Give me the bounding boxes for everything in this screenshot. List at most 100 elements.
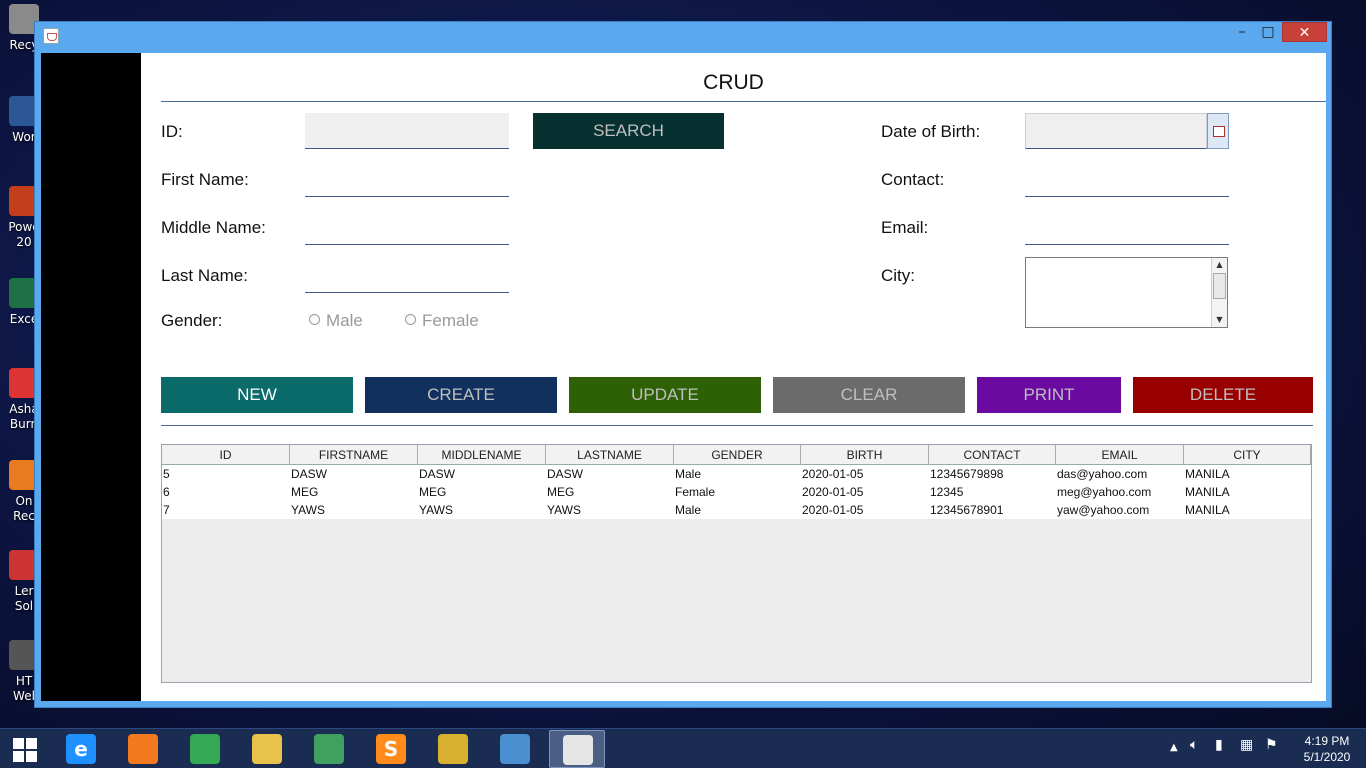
column-header[interactable]: BIRTH bbox=[801, 445, 929, 465]
sublime-text-icon: S bbox=[376, 734, 406, 764]
table-cell: das@yahoo.com bbox=[1057, 467, 1148, 481]
table-cell: 7 bbox=[163, 503, 170, 517]
internet-explorer-icon: e bbox=[66, 734, 96, 764]
table-cell: meg@yahoo.com bbox=[1057, 485, 1152, 499]
city-label: City: bbox=[881, 266, 915, 285]
network-icon[interactable]: ▦ bbox=[1240, 737, 1253, 753]
table-cell: DASW bbox=[291, 467, 327, 481]
page-title: CRUD bbox=[703, 71, 764, 94]
table-row[interactable]: 5 DASW DASW DASW Male 2020-01-05 12345679898 da… bbox=[162, 465, 1311, 483]
minimize-button[interactable]: – bbox=[1229, 22, 1255, 42]
table-cell: 5 bbox=[163, 467, 170, 481]
table-cell: YAWS bbox=[547, 503, 582, 517]
email-label: Email: bbox=[881, 218, 929, 237]
column-header[interactable]: GENDER bbox=[674, 445, 801, 465]
id-input[interactable] bbox=[305, 113, 509, 149]
table-cell: yaw@yahoo.com bbox=[1057, 503, 1150, 517]
create-button[interactable]: CREATE bbox=[365, 377, 557, 413]
table-cell: 12345 bbox=[930, 485, 964, 499]
taskbar-database-tool-button[interactable] bbox=[425, 730, 481, 768]
table-cell: MEG bbox=[419, 485, 447, 499]
table-cell: YAWS bbox=[291, 503, 326, 517]
scroll-thumb[interactable] bbox=[1213, 273, 1226, 299]
window-titlebar[interactable]: – □ ✕ bbox=[35, 22, 1331, 49]
middle-name-input[interactable] bbox=[305, 209, 509, 245]
calendar-icon[interactable] bbox=[1207, 113, 1229, 149]
column-header[interactable]: ID bbox=[162, 445, 290, 465]
gender-label: Gender: bbox=[161, 311, 223, 330]
column-header[interactable]: LASTNAME bbox=[546, 445, 674, 465]
contact-label: Contact: bbox=[881, 170, 945, 189]
table-header: ID FIRSTNAME MIDDLENAME LASTNAME GENDER BIRTH… bbox=[162, 445, 1311, 465]
table-cell: 2020-01-05 bbox=[802, 503, 864, 517]
crud-window: – □ ✕ CRUD ID: SEARCH First Name: Middle… bbox=[34, 21, 1332, 708]
search-button[interactable]: SEARCH bbox=[533, 113, 724, 149]
table-cell: Female bbox=[675, 485, 716, 499]
table-cell: Male bbox=[675, 503, 702, 517]
table-row[interactable]: 6 MEG MEG MEG Female 2020-01-05 12345 meg@yahoo… bbox=[162, 483, 1311, 501]
taskbar-chrome-button[interactable] bbox=[177, 730, 233, 768]
java-icon bbox=[563, 735, 593, 765]
system-clock[interactable]: 4:19 PM 5/1/2020 bbox=[1292, 733, 1362, 765]
gender-male-radio[interactable]: Male bbox=[309, 311, 363, 331]
update-button[interactable]: UPDATE bbox=[569, 377, 761, 413]
power-icon[interactable]: ▮ bbox=[1215, 737, 1223, 753]
virtualbox-icon bbox=[500, 734, 530, 764]
taskbar-file-explorer-button[interactable] bbox=[239, 730, 295, 768]
dob-label: Date of Birth: bbox=[881, 122, 981, 141]
radio-dot-icon bbox=[405, 314, 416, 325]
first-name-input[interactable] bbox=[305, 161, 509, 197]
table-body: 5 DASW DASW DASW Male 2020-01-05 12345679898 da… bbox=[162, 465, 1311, 519]
table-cell: 12345679898 bbox=[930, 467, 1004, 481]
taskbar-internet-explorer-button[interactable]: e bbox=[53, 730, 109, 768]
java-app-icon bbox=[43, 28, 59, 44]
clock-time: 4:19 PM bbox=[1304, 734, 1350, 748]
table-row[interactable]: 7 YAWS YAWS YAWS Male 2020-01-05 12345678901 ya… bbox=[162, 501, 1311, 519]
volume-icon[interactable]: 🔈︎ bbox=[1190, 737, 1198, 753]
contact-input[interactable] bbox=[1025, 161, 1229, 197]
table-cell: MANILA bbox=[1185, 467, 1230, 481]
gender-female-radio[interactable]: Female bbox=[405, 311, 479, 331]
delete-button[interactable]: DELETE bbox=[1133, 377, 1313, 413]
city-textarea[interactable]: ▲ ▼ bbox=[1025, 257, 1228, 328]
column-header[interactable]: FIRSTNAME bbox=[290, 445, 418, 465]
radio-dot-icon bbox=[309, 314, 320, 325]
email-input[interactable] bbox=[1025, 209, 1229, 245]
new-button[interactable]: NEW bbox=[161, 377, 353, 413]
taskbar-java-button[interactable] bbox=[549, 730, 605, 768]
middle-name-label: Middle Name: bbox=[161, 218, 266, 237]
dob-input[interactable] bbox=[1025, 113, 1207, 149]
table-cell: MANILA bbox=[1185, 485, 1230, 499]
scroll-down-icon[interactable]: ▼ bbox=[1212, 313, 1227, 327]
taskbar-sublime-text-button[interactable]: S bbox=[363, 730, 419, 768]
taskbar-xampp-button[interactable] bbox=[115, 730, 171, 768]
column-header[interactable]: CITY bbox=[1184, 445, 1311, 465]
table-cell: MEG bbox=[547, 485, 575, 499]
start-button[interactable] bbox=[0, 729, 52, 768]
last-name-label: Last Name: bbox=[161, 266, 248, 285]
taskbar-virtualbox-button[interactable] bbox=[487, 730, 543, 768]
maximize-button[interactable]: □ bbox=[1255, 22, 1281, 42]
table-cell: MANILA bbox=[1185, 503, 1230, 517]
action-center-icon[interactable]: ⚑ bbox=[1265, 737, 1278, 753]
column-header[interactable]: MIDDLENAME bbox=[418, 445, 546, 465]
table-cell: MEG bbox=[291, 485, 319, 499]
window-client-area: CRUD ID: SEARCH First Name: Middle Name:… bbox=[41, 53, 1326, 701]
crud-form: CRUD ID: SEARCH First Name: Middle Name:… bbox=[141, 53, 1326, 701]
chrome-icon bbox=[190, 734, 220, 764]
scroll-up-icon[interactable]: ▲ bbox=[1212, 258, 1227, 272]
tray-expand-icon[interactable]: ▲ bbox=[1170, 742, 1178, 753]
side-panel bbox=[41, 53, 141, 701]
last-name-input[interactable] bbox=[305, 257, 509, 293]
close-button[interactable]: ✕ bbox=[1282, 22, 1327, 42]
taskbar-atom-button[interactable] bbox=[301, 730, 357, 768]
title-divider bbox=[161, 101, 1326, 102]
city-scrollbar[interactable]: ▲ ▼ bbox=[1211, 258, 1227, 327]
print-button[interactable]: PRINT bbox=[977, 377, 1121, 413]
column-header[interactable]: EMAIL bbox=[1056, 445, 1184, 465]
records-table[interactable]: ID FIRSTNAME MIDDLENAME LASTNAME GENDER BIRTH… bbox=[161, 444, 1312, 683]
database-tool-icon bbox=[438, 734, 468, 764]
table-cell: YAWS bbox=[419, 503, 454, 517]
column-header[interactable]: CONTACT bbox=[929, 445, 1056, 465]
clear-button[interactable]: CLEAR bbox=[773, 377, 965, 413]
